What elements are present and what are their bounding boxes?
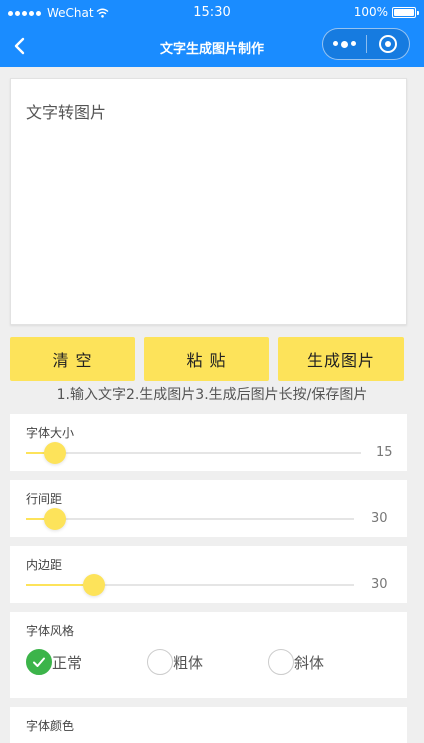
padding-slider-track[interactable] xyxy=(26,584,354,586)
navigation-bar: 文字生成图片制作 xyxy=(0,26,424,67)
line-spacing-label: 行间距 xyxy=(26,492,63,506)
more-dots-icon[interactable] xyxy=(323,40,366,48)
font-style-label: 字体风格 xyxy=(26,624,75,638)
clear-button[interactable]: 清 空 xyxy=(10,337,135,381)
radio-normal[interactable]: 正常 xyxy=(26,649,82,675)
radio-italic-label: 斜体 xyxy=(294,653,325,672)
battery-percent: 100% xyxy=(353,5,388,19)
radio-circle-icon xyxy=(147,649,173,675)
text-input-area[interactable]: 文字转图片 xyxy=(10,78,407,325)
font-size-setting: 字体大小 15 xyxy=(10,414,407,471)
font-size-value: 15 xyxy=(376,445,393,460)
padding-value: 30 xyxy=(371,577,388,592)
mini-program-capsule xyxy=(322,28,410,60)
line-spacing-setting: 行间距 30 xyxy=(10,480,407,537)
line-spacing-value: 30 xyxy=(371,511,388,526)
paste-button[interactable]: 粘 贴 xyxy=(144,337,269,381)
target-circle-icon[interactable] xyxy=(366,35,409,53)
battery-status: 100% xyxy=(353,5,419,19)
radio-bold-label: 粗体 xyxy=(173,653,204,672)
line-spacing-slider-thumb[interactable] xyxy=(43,508,66,530)
padding-label: 内边距 xyxy=(26,558,63,572)
line-spacing-slider-track[interactable] xyxy=(26,518,354,520)
status-bar: WeChat 15:30 100% xyxy=(0,0,424,26)
font-size-slider-track[interactable] xyxy=(26,452,361,454)
radio-bold[interactable]: 粗体 xyxy=(147,649,203,675)
text-input-placeholder: 文字转图片 xyxy=(26,103,107,122)
font-style-setting: 字体风格 正常 粗体 斜体 xyxy=(10,612,407,698)
line-spacing-slider-fill xyxy=(26,518,46,520)
padding-slider-thumb[interactable] xyxy=(83,574,106,596)
battery-icon xyxy=(392,6,419,18)
instructions-text: 1.输入文字2.生成图片3.生成后图片长按/保存图片 xyxy=(56,387,368,403)
radio-circle-icon xyxy=(268,649,294,675)
font-color-label: 字体颜色 xyxy=(26,719,75,733)
radio-italic[interactable]: 斜体 xyxy=(268,649,324,675)
font-color-setting: 字体颜色 xyxy=(10,707,407,743)
padding-slider-fill xyxy=(26,584,86,586)
font-size-slider-thumb[interactable] xyxy=(44,442,67,464)
generate-image-button[interactable]: 生成图片 xyxy=(278,337,404,381)
checkmark-icon xyxy=(26,649,52,675)
font-size-slider-fill xyxy=(26,452,47,454)
padding-setting: 内边距 30 xyxy=(10,546,407,603)
radio-normal-label: 正常 xyxy=(52,653,83,672)
font-size-label: 字体大小 xyxy=(26,426,75,440)
